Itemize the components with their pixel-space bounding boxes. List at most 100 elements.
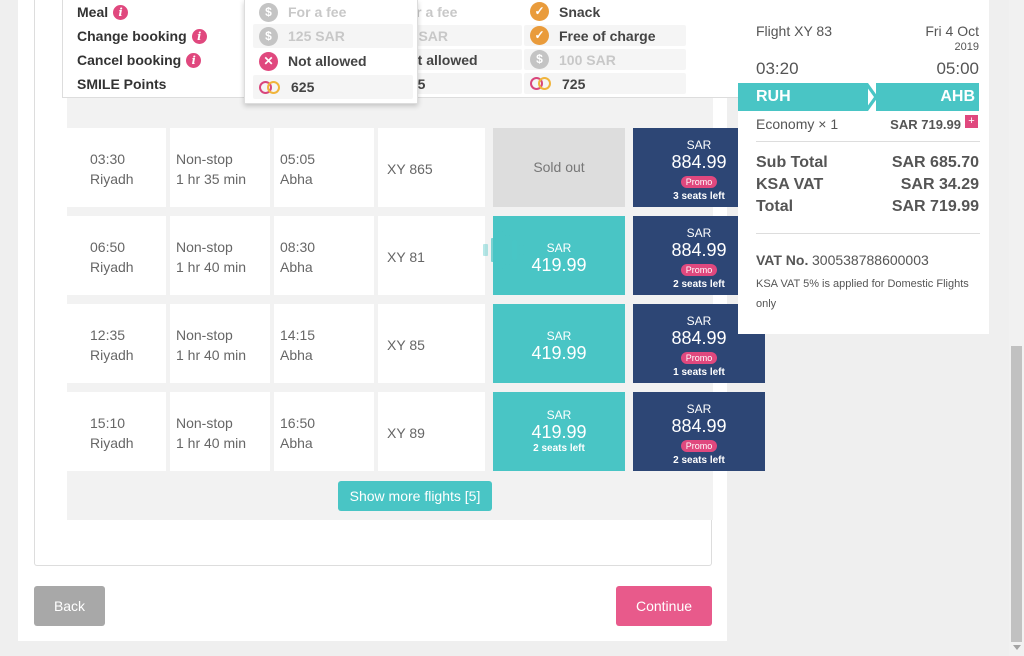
fare-amount: 419.99 — [531, 343, 587, 363]
flight-no: XY 85 — [387, 337, 425, 353]
flight-number-cell: XY 865 — [378, 128, 485, 207]
fare-currency: SAR — [546, 329, 572, 343]
dollar-icon: $ — [259, 2, 278, 22]
summary-departure-time: 03:20 — [756, 59, 799, 78]
promo-badge: Promo — [680, 352, 718, 364]
promo-badge: Promo — [680, 176, 718, 188]
fare-cell-text: 125 SAR — [288, 28, 345, 44]
economy-fare-button[interactable]: SAR 419.99 2 seats left — [493, 392, 625, 471]
departure-cell: 12:35 Riyadh — [65, 304, 166, 383]
summary-cabin: Economy × 1 — [756, 116, 839, 132]
fare-row-label-text: Change booking — [77, 28, 187, 44]
flight-number-cell: XY 89 — [378, 392, 485, 471]
continue-button[interactable]: Continue — [616, 586, 712, 626]
seats-left: 1 seats left — [673, 367, 725, 378]
flight-row: 12:35 Riyadh Non-stop 1 hr 40 min 14:15 Abha X… — [65, 304, 485, 383]
promo-badge: Promo — [680, 264, 718, 276]
stops-cell: Non-stop 1 hr 40 min — [170, 216, 270, 295]
close-icon: ✕ — [259, 51, 278, 71]
page-scrollbar[interactable] — [1009, 0, 1024, 656]
fare-row-label: SMILE Points — [77, 76, 166, 92]
stops: Non-stop — [176, 415, 233, 431]
summary-arrival-time: 05:00 — [936, 59, 979, 78]
dep-time: 15:10 — [90, 415, 126, 431]
arr-time: 14:15 — [280, 327, 316, 343]
arr-time: 08:30 — [280, 239, 316, 255]
arr-city: Abha — [280, 259, 313, 275]
flight-number-cell: XY 81 — [378, 216, 485, 295]
dep-city: Riyadh — [90, 259, 134, 275]
fare-row-label: Meal i — [77, 4, 129, 20]
flight-no: XY 81 — [387, 249, 425, 265]
arr-city: Abha — [280, 435, 313, 451]
info-icon[interactable]: i — [186, 52, 202, 68]
premium-fare-button[interactable]: SAR 884.99 Promo 2 seats left — [633, 392, 765, 471]
smile-points-icon — [530, 74, 552, 93]
summary-year: 2019 — [954, 41, 979, 53]
route-bar: RUH AHB — [738, 83, 979, 111]
arrival-cell: 05:05 Abha — [274, 128, 374, 207]
stops: Non-stop — [176, 327, 233, 343]
fare-cell: $100 SAR — [524, 49, 686, 70]
arrival-cell: 08:30 Abha — [274, 216, 374, 295]
economy-fare-button[interactable]: SAR 419.99 — [493, 304, 625, 383]
arr-city: Abha — [280, 171, 313, 187]
fare-row-label-text: Meal — [77, 4, 109, 20]
vat-value: SAR 34.29 — [900, 176, 979, 193]
dep-time: 06:50 — [90, 239, 126, 255]
route-origin-code: RUH — [756, 88, 791, 105]
fare-tooltip-popup: $ For a fee $125 SAR ✕ Not allowed 625 — [244, 0, 418, 104]
flight-no: XY 89 — [387, 425, 425, 441]
fare-currency: SAR — [686, 402, 712, 416]
arr-time: 16:50 — [280, 415, 316, 431]
summary-flight-number: Flight XY 83 — [756, 23, 833, 39]
summary-divider — [756, 233, 980, 234]
vat-number-value: 300538788600003 — [812, 252, 929, 268]
vat-note: KSA VAT 5% is applied for Domestic Fligh… — [756, 278, 969, 310]
subtotal-label: Sub Total — [756, 154, 828, 171]
fare-row-label-text: SMILE Points — [77, 76, 167, 92]
check-icon: ✓ — [530, 26, 549, 45]
fare-cell: ✓ Snack — [524, 1, 686, 22]
stops-cell: Non-stop 1 hr 40 min — [170, 304, 270, 383]
summary-cabin-price: SAR 719.99 — [890, 117, 961, 132]
arrival-cell: 16:50 Abha — [274, 392, 374, 471]
info-icon[interactable]: i — [191, 28, 207, 44]
dep-city: Riyadh — [90, 171, 134, 187]
fare-cell-text: 625 — [291, 79, 315, 95]
info-icon[interactable]: i — [113, 4, 129, 20]
vat-number-label: VAT No. — [756, 252, 809, 268]
flight-row: 06:50 Riyadh Non-stop 1 hr 40 min 08:30 Abha X… — [65, 216, 485, 295]
fare-cell-text: Not allowed — [288, 53, 367, 69]
back-button[interactable]: Back — [34, 586, 105, 626]
vat-label: KSA VAT — [756, 176, 824, 193]
route-destination-code: AHB — [940, 88, 975, 105]
dep-time: 12:35 — [90, 327, 126, 343]
dollar-icon: $ — [259, 26, 278, 46]
dep-city: Riyadh — [90, 347, 134, 363]
expand-price-icon[interactable]: + — [965, 115, 978, 128]
show-more-flights-button[interactable]: Show more flights [5] — [338, 481, 492, 511]
loading-spinner-icon — [483, 231, 525, 269]
departure-cell: 03:30 Riyadh — [65, 128, 166, 207]
dep-city: Riyadh — [90, 435, 134, 451]
fare-row-label: Cancel booking i — [77, 52, 202, 68]
fare-cell: ✓ Free of charge — [524, 25, 686, 46]
fare-row-label-text: Cancel booking — [77, 52, 182, 68]
fare-cell: ✕ Not allowed — [253, 49, 413, 73]
flight-no: XY 865 — [387, 161, 433, 177]
summary-date: Fri 4 Oct — [925, 23, 979, 39]
total-value: SAR 719.99 — [891, 198, 979, 215]
duration: 1 hr 35 min — [176, 171, 247, 187]
flight-number-cell: XY 85 — [378, 304, 485, 383]
seats-left: 2 seats left — [533, 443, 585, 454]
check-icon: ✓ — [530, 2, 549, 21]
arr-city: Abha — [280, 347, 313, 363]
scroll-down-arrow-icon[interactable] — [1013, 645, 1021, 650]
summary-divider — [756, 141, 980, 142]
departure-cell: 06:50 Riyadh — [65, 216, 166, 295]
dollar-icon: $ — [530, 50, 549, 69]
scrollbar-thumb[interactable] — [1011, 346, 1022, 642]
flight-row: 15:10 Riyadh Non-stop 1 hr 40 min 16:50 Abha X… — [65, 392, 485, 471]
stops-cell: Non-stop 1 hr 35 min — [170, 128, 270, 207]
